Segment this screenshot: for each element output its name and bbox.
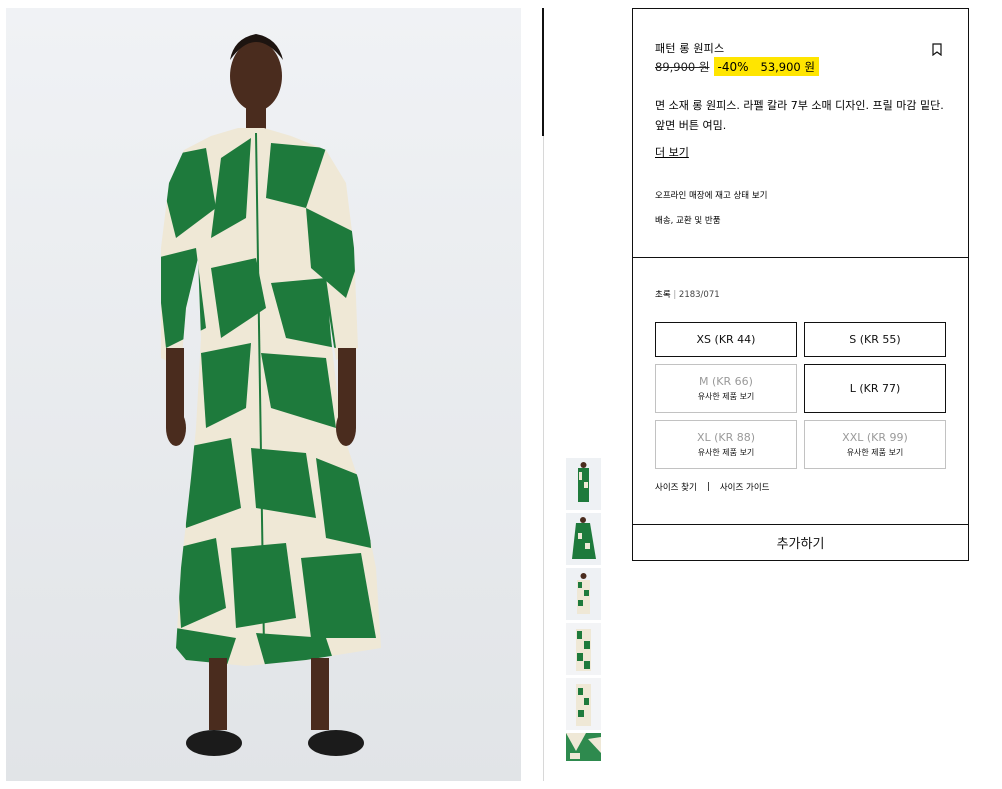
similar-items-label: 유사한 제품 보기 — [846, 448, 904, 457]
similar-items-label: 유사한 제품 보기 — [697, 392, 755, 401]
size-help-links: 사이즈 찾기 | 사이즈 가이드 — [655, 481, 769, 493]
similar-items-label: 유사한 제품 보기 — [697, 448, 755, 457]
thumbnail-6[interactable] — [566, 733, 601, 761]
size-label: S (KR 55) — [849, 333, 901, 346]
add-to-cart-button[interactable]: 추가하기 — [632, 524, 969, 561]
size-option-m[interactable]: M (KR 66) 유사한 제품 보기 — [655, 364, 797, 413]
size-selection-panel: 초록 | 2183/071 XS (KR 44) S (KR 55) M (KR… — [632, 257, 969, 525]
size-option-s[interactable]: S (KR 55) — [804, 322, 946, 357]
more-link[interactable]: 더 보기 — [655, 144, 689, 160]
product-main-image[interactable] — [6, 8, 521, 781]
shipping-returns-link[interactable]: 배송, 교환 및 반품 — [655, 214, 721, 226]
price-row: 89,900 원 -40% 53,900 원 — [655, 57, 819, 76]
size-guide-link[interactable]: 사이즈 가이드 — [720, 481, 770, 493]
product-description: 면 소재 롱 원피스. 라펠 칼라 7부 소매 디자인. 프릴 마감 밑단. 앞… — [655, 99, 944, 132]
size-option-l[interactable]: L (KR 77) — [804, 364, 946, 413]
find-size-link[interactable]: 사이즈 찾기 — [655, 481, 697, 493]
thumbnail-4[interactable] — [566, 623, 601, 675]
sale-price: 53,900 원 — [760, 59, 815, 74]
discount-percent: -40% — [717, 59, 749, 74]
thumbnail-5[interactable] — [566, 678, 601, 730]
image-scroll-indicator[interactable] — [542, 8, 544, 136]
size-links-divider: | — [706, 482, 710, 492]
thumbnail-3[interactable] — [566, 568, 601, 620]
size-option-xs[interactable]: XS (KR 44) — [655, 322, 797, 357]
original-price: 89,900 원 — [655, 59, 710, 74]
size-label: L (KR 77) — [849, 382, 901, 395]
product-ref: 2183/071 — [678, 290, 720, 300]
size-label: XS (KR 44) — [696, 333, 756, 346]
product-info-panel: 패턴 롱 원피스 89,900 원 -40% 53,900 원 면 소재 롱 원… — [632, 8, 969, 258]
size-option-xxl[interactable]: XXL (KR 99) 유사한 제품 보기 — [804, 420, 946, 469]
size-label: M (KR 66) — [699, 375, 753, 388]
thumbnail-1[interactable] — [566, 458, 601, 510]
size-option-xl[interactable]: XL (KR 88) 유사한 제품 보기 — [655, 420, 797, 469]
size-label: XL (KR 88) — [696, 431, 756, 444]
size-label: XXL (KR 99) — [842, 431, 908, 444]
thumbnail-strip — [566, 458, 601, 764]
color-name: 초록 — [655, 290, 671, 300]
color-ref-line: 초록 | 2183/071 — [655, 288, 720, 300]
color-ref-separator: | — [673, 290, 677, 300]
thumbnail-2[interactable] — [566, 513, 601, 565]
sale-price-badge: -40% 53,900 원 — [714, 57, 819, 76]
product-name: 패턴 롱 원피스 — [655, 42, 725, 55]
store-stock-link[interactable]: 오프라인 매장에 재고 상태 보기 — [655, 189, 767, 201]
bookmark-icon[interactable] — [932, 41, 942, 57]
